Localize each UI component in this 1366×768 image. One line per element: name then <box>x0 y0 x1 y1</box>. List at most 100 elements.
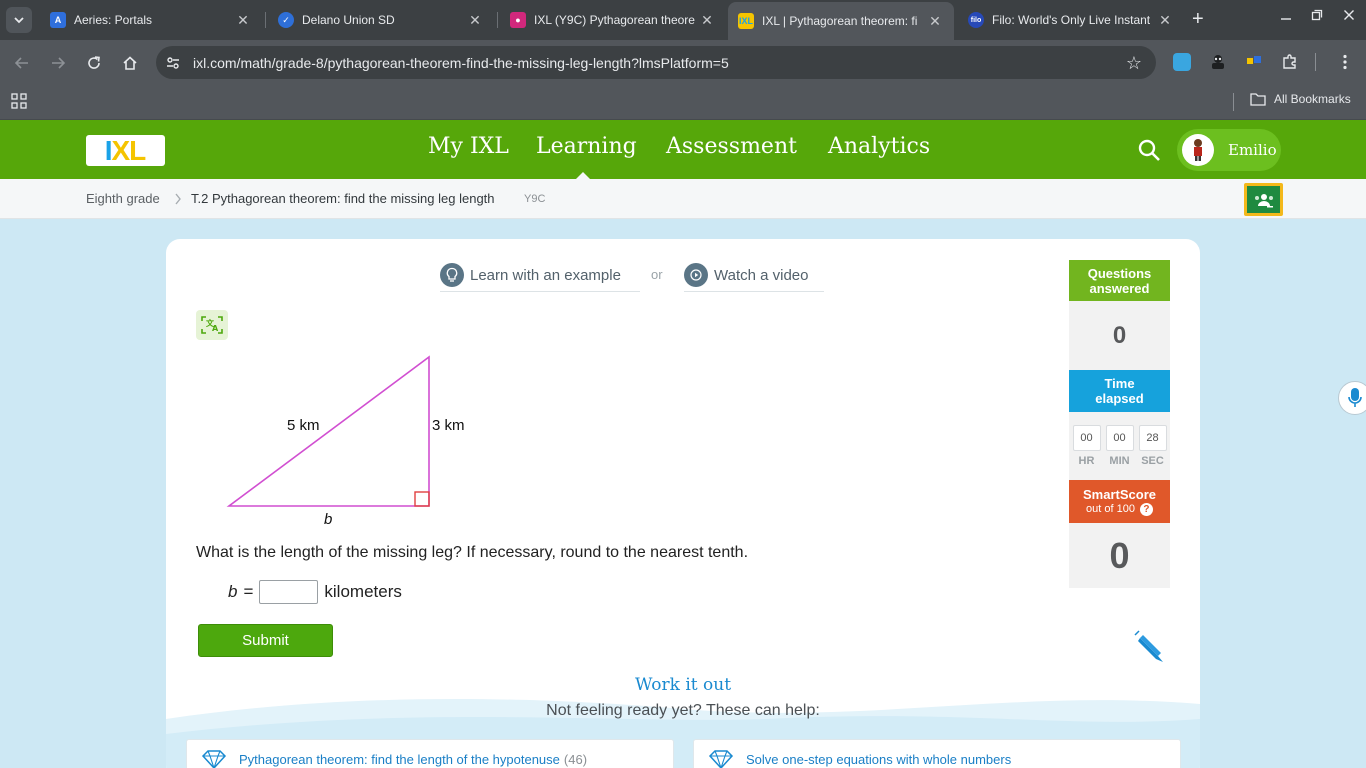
smartscore-help-icon[interactable]: ? <box>1139 502 1153 516</box>
recommendation-one-step-equations[interactable]: Solve one-step equations with whole numb… <box>693 739 1181 768</box>
tab-search-button[interactable] <box>6 7 32 33</box>
smartscore-header: SmartScore out of 100 ? <box>1069 480 1170 523</box>
nav-my-ixl[interactable]: My IXL <box>428 134 509 159</box>
bookmarks-bar: All Bookmarks <box>0 85 1366 120</box>
close-tab-icon[interactable]: ✕ <box>698 12 716 29</box>
practice-card: Learn with an example or Watch a video 文… <box>166 239 1200 768</box>
url-text: ixl.com/math/grade-8/pythagorean-theorem… <box>193 55 729 71</box>
time-elapsed-title-line2: elapsed <box>1095 391 1144 406</box>
site-info-icon[interactable] <box>165 55 181 76</box>
answer-input[interactable] <box>259 580 319 604</box>
nav-assessment[interactable]: Assessment <box>666 134 797 159</box>
breadcrumb-skill: T.2 Pythagorean theorem: find the missin… <box>191 191 495 206</box>
lightbulb-icon <box>440 263 464 287</box>
all-bookmarks-label: All Bookmarks <box>1274 92 1351 106</box>
browser-tab-bar: A Aeries: Portals ✕ ✓ Delano Union SD ✕ … <box>0 0 1366 40</box>
time-seconds: 28 <box>1138 425 1167 451</box>
chevron-down-icon <box>14 17 24 24</box>
ixl-header: IXL My IXL Learning Assessment Analytics… <box>0 120 1366 180</box>
restore-icon[interactable] <box>1311 8 1323 24</box>
extension-color-icon[interactable] <box>1245 53 1263 71</box>
search-icon[interactable] <box>1137 138 1161 167</box>
user-menu-button[interactable]: Emilio <box>1177 129 1281 171</box>
questions-answered-title-line1: Questions <box>1087 265 1152 281</box>
work-it-out-subtitle: Not feeling ready yet? These can help: <box>546 702 820 719</box>
avatar-figure-icon <box>1194 139 1202 161</box>
new-tab-icon[interactable]: + <box>1192 9 1204 29</box>
browser-menu-icon[interactable] <box>1336 53 1354 71</box>
home-icon[interactable] <box>119 52 141 74</box>
forward-icon[interactable] <box>47 52 69 74</box>
answer-equals: = <box>243 582 254 601</box>
questions-answered-title-line2: answered <box>1089 280 1150 296</box>
ixl-favicon-icon: IXL <box>738 13 754 29</box>
watch-video-button[interactable]: Watch a video <box>684 259 824 292</box>
all-bookmarks-button[interactable]: All Bookmarks <box>1250 92 1351 106</box>
close-tab-icon[interactable]: ✕ <box>234 12 252 29</box>
apps-grid-icon[interactable] <box>11 93 27 114</box>
triangle-outline <box>226 355 430 507</box>
breadcrumb-grade[interactable]: Eighth grade <box>86 191 160 206</box>
back-icon[interactable] <box>11 52 33 74</box>
recommendation-hypotenuse[interactable]: Pythagorean theorem: find the length of … <box>186 739 674 768</box>
recommendation-label: Pythagorean theorem: find the length of … <box>239 751 560 767</box>
hypotenuse-label: 5 km <box>287 417 320 434</box>
scratchpad-pencil-icon[interactable] <box>1128 626 1168 671</box>
hours-label: HR <box>1078 455 1095 467</box>
questions-answered-header: Questions answered <box>1069 260 1170 301</box>
avatar <box>1182 134 1214 166</box>
reload-icon[interactable] <box>83 52 105 74</box>
minimize-icon[interactable] <box>1280 8 1292 24</box>
bookmark-star-icon[interactable]: ☆ <box>1126 53 1142 74</box>
nav-learning[interactable]: Learning <box>536 134 637 159</box>
smartscore-title: SmartScore <box>1083 486 1156 502</box>
close-tab-icon[interactable]: ✕ <box>1156 12 1174 29</box>
translate-button[interactable]: 文 A <box>196 310 228 340</box>
triangle-figure: 5 km 3 km b <box>216 349 476 534</box>
learn-with-example-label: Learn with an example <box>470 266 621 284</box>
tab-separator <box>497 12 498 28</box>
leg-label: 3 km <box>432 417 465 434</box>
bookmarks-separator <box>1233 93 1234 111</box>
work-it-out-title: Work it out <box>634 675 732 695</box>
close-tab-icon[interactable]: ✕ <box>466 12 484 29</box>
google-classroom-button[interactable] <box>1244 183 1283 216</box>
extensions-puzzle-icon[interactable] <box>1281 53 1299 71</box>
close-tab-icon[interactable]: ✕ <box>926 13 944 30</box>
toolbar-separator <box>1315 53 1316 71</box>
extension-profile-icon[interactable] <box>1173 53 1191 71</box>
browser-tab-aeries[interactable]: A Aeries: Portals ✕ <box>40 4 262 36</box>
browser-tab-ixl-active[interactable]: IXL IXL | Pythagorean theorem: fi ✕ <box>728 2 954 40</box>
submit-button[interactable]: Submit <box>198 624 333 657</box>
seconds-label: SEC <box>1141 455 1164 467</box>
watch-video-label: Watch a video <box>714 266 809 284</box>
questions-answered-value: 0 <box>1069 301 1170 370</box>
recommendation-label: Solve one-step equations with whole numb… <box>746 751 1012 767</box>
minutes-label: MIN <box>1109 455 1130 467</box>
unknown-leg-label: b <box>324 511 333 528</box>
nav-analytics[interactable]: Analytics <box>828 134 930 159</box>
browser-tab-ixl-y9c[interactable]: ● IXL (Y9C) Pythagorean theore ✕ <box>500 4 726 36</box>
learn-with-example-button[interactable]: Learn with an example <box>440 259 640 292</box>
microphone-icon <box>1348 388 1362 407</box>
extension-spy-icon[interactable] <box>1209 53 1227 71</box>
voice-input-button[interactable] <box>1338 381 1366 415</box>
address-bar[interactable]: ixl.com/math/grade-8/pythagorean-theorem… <box>156 46 1156 79</box>
right-triangle <box>226 355 430 507</box>
user-name: Emilio <box>1228 141 1277 159</box>
play-icon <box>684 263 708 287</box>
filo-favicon-icon: filo <box>968 12 984 28</box>
browser-tab-delano[interactable]: ✓ Delano Union SD ✕ <box>268 4 494 36</box>
diamond-icon <box>201 750 227 768</box>
tab-separator <box>265 12 266 28</box>
answer-unit: kilometers <box>324 582 402 601</box>
close-window-icon[interactable] <box>1343 8 1355 24</box>
delano-favicon-icon: ✓ <box>278 12 294 28</box>
browser-toolbar: ixl.com/math/grade-8/pythagorean-theorem… <box>0 40 1366 85</box>
browser-tab-filo[interactable]: filo Filo: World's Only Live Instant ✕ <box>958 4 1184 36</box>
time-elapsed-panel: 00 00 28 HR MIN SEC <box>1069 412 1170 480</box>
translate-icon: 文 A <box>201 316 223 334</box>
question-text: What is the length of the missing leg? I… <box>196 544 749 561</box>
ixl-logo[interactable]: IXL <box>86 135 165 166</box>
folder-icon <box>1250 93 1266 106</box>
